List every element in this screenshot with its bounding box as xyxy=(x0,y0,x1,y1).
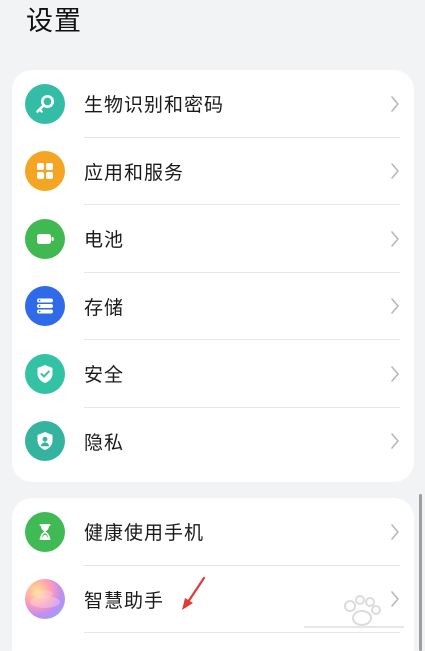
settings-item-digital-balance[interactable]: 健康使用手机 xyxy=(12,498,414,566)
chevron-right-icon xyxy=(391,365,399,382)
chevron-right-icon xyxy=(391,433,399,450)
apps-grid-icon xyxy=(25,151,65,192)
chevron-right-icon xyxy=(391,163,399,180)
settings-item-battery[interactable]: 电池 xyxy=(12,205,414,273)
storage-icon xyxy=(25,286,65,327)
chevron-right-icon xyxy=(391,95,399,112)
privacy-shield-icon xyxy=(25,421,65,462)
settings-item-label: 智慧助手 xyxy=(84,589,165,612)
settings-item-storage[interactable]: 存储 xyxy=(12,273,414,340)
chevron-right-icon xyxy=(391,230,399,247)
settings-item-label: 生物识别和密码 xyxy=(84,94,225,117)
settings-item-label: 隐私 xyxy=(84,431,125,454)
assistant-orb-icon xyxy=(25,579,65,620)
settings-group-security: 生物识别和密码 应用和服务 电池 存储 安全 隐私 xyxy=(12,70,414,482)
chevron-right-icon xyxy=(391,298,399,315)
shield-check-icon xyxy=(25,353,65,394)
watermark-logo-icon xyxy=(304,595,404,628)
settings-item-label: 电池 xyxy=(84,229,125,252)
settings-item-privacy[interactable]: 隐私 xyxy=(12,408,414,476)
annotation-arrow-icon xyxy=(182,576,206,610)
battery-icon xyxy=(25,218,65,259)
hourglass-icon xyxy=(25,511,65,552)
settings-item-security[interactable]: 安全 xyxy=(12,340,414,408)
chevron-right-icon xyxy=(391,523,399,540)
settings-item-label: 健康使用手机 xyxy=(84,522,205,545)
scrollbar[interactable] xyxy=(419,494,422,651)
page-title: 设置 xyxy=(26,6,82,37)
settings-item-label: 存储 xyxy=(84,296,125,319)
settings-item-label: 安全 xyxy=(84,364,125,387)
settings-screen: 设置 生物识别和密码 应用和服务 电池 存储 安全 隐私 健康使用手机 智慧助手 xyxy=(0,0,425,651)
settings-item-label: 应用和服务 xyxy=(84,161,185,184)
settings-item-apps-services[interactable]: 应用和服务 xyxy=(12,138,414,205)
key-icon xyxy=(25,83,65,124)
settings-item-biometrics-password[interactable]: 生物识别和密码 xyxy=(12,70,414,138)
